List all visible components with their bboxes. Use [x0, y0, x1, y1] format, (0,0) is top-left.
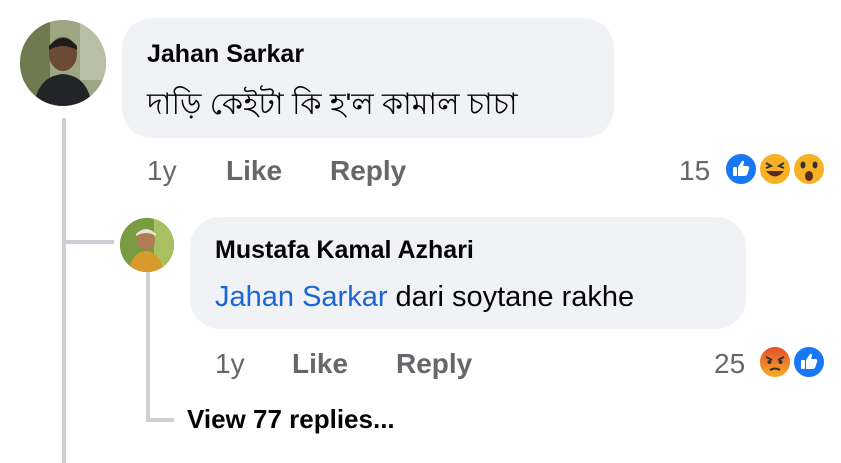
reply-like-button[interactable]: Like	[292, 348, 348, 380]
thread-line-sub-branch	[146, 418, 174, 422]
haha-icon[interactable]	[758, 152, 792, 186]
reply-timestamp[interactable]: 1y	[215, 348, 245, 380]
like-button[interactable]: Like	[226, 155, 282, 187]
reply-reply-button[interactable]: Reply	[396, 348, 472, 380]
reply-reaction-count[interactable]: 25	[714, 348, 745, 380]
reply-author[interactable]: Mustafa Kamal Azhari	[215, 236, 474, 265]
avatar-photo	[20, 20, 106, 106]
like-icon[interactable]	[724, 152, 758, 186]
comment-text: দাড়ি কেইটা কি হ'ল কামাল চাচা	[147, 88, 518, 121]
reply-text: Jahan Sarkar dari soytane rakhe	[215, 281, 634, 314]
reply-avatar[interactable]	[120, 218, 174, 272]
reply-button[interactable]: Reply	[330, 155, 406, 187]
reaction-count[interactable]: 15	[679, 155, 710, 187]
thread-line-sub	[146, 270, 150, 420]
thread-line-branch	[62, 240, 114, 244]
thread-line-main	[62, 118, 66, 463]
like-icon[interactable]	[792, 345, 826, 379]
reply-text-body: dari soytane rakhe	[387, 281, 635, 313]
view-replies-link[interactable]: View 77 replies...	[187, 404, 395, 435]
angry-icon[interactable]	[758, 345, 792, 379]
avatar[interactable]	[20, 20, 106, 106]
comment-timestamp[interactable]: 1y	[147, 155, 177, 187]
wow-icon[interactable]	[792, 152, 826, 186]
mention-link[interactable]: Jahan Sarkar	[215, 281, 388, 313]
comment-author[interactable]: Jahan Sarkar	[147, 40, 304, 69]
avatar-photo	[120, 218, 174, 272]
